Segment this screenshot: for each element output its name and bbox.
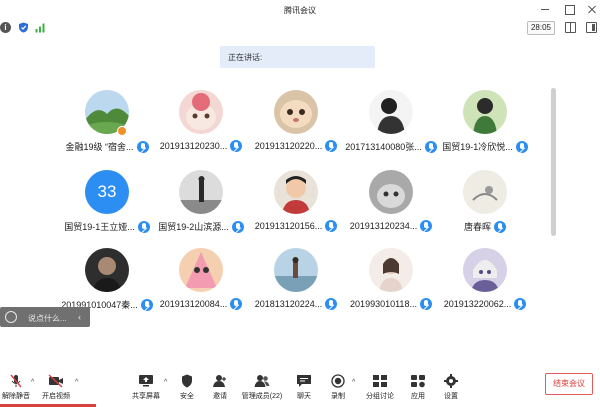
minimize-icon[interactable]	[538, 2, 552, 16]
avatar	[463, 90, 507, 134]
chevron-up-icon[interactable]: ^	[31, 379, 34, 386]
participant-name: 201713140080张...	[345, 142, 422, 152]
avatar	[369, 170, 413, 214]
security-button[interactable]: 安全	[175, 374, 199, 404]
chevron-left-icon[interactable]: ‹	[78, 312, 81, 322]
status-bar: i 28:05	[0, 20, 600, 36]
meeting-toolbar: 解除静音 ^ 开启视频 ^ 共享屏幕 ^ 安全 邀请 管理成员(22) 聊天 录…	[0, 370, 600, 407]
avatar	[274, 90, 318, 134]
chat-icon	[296, 374, 312, 388]
chat-placeholder: 说点什么...	[28, 314, 67, 323]
layout-split-icon[interactable]	[565, 22, 576, 33]
emoji-icon[interactable]	[5, 311, 17, 323]
apps-label: 应用	[411, 393, 425, 400]
settings-label: 设置	[444, 393, 458, 400]
close-icon[interactable]	[585, 2, 599, 16]
participant-name: 201913120234...	[349, 221, 418, 231]
start-video-label: 开启视频	[42, 393, 70, 400]
participant-name: 201913120220...	[254, 141, 323, 151]
manage-members-label: 管理成员(22)	[241, 393, 283, 400]
end-meeting-button[interactable]: 结束会议	[545, 373, 593, 395]
mic-on-icon	[494, 220, 506, 233]
mic-on-icon	[514, 298, 527, 310]
breakout-label: 分组讨论	[366, 393, 394, 400]
participant-name: 国贸19-1冷欣悦...	[442, 142, 513, 152]
avatar	[179, 170, 223, 214]
scrollbar[interactable]	[551, 88, 556, 236]
avatar	[463, 170, 507, 214]
share-screen-button[interactable]: 共享屏幕	[128, 374, 164, 404]
invite-label: 邀请	[213, 393, 227, 400]
apps-button[interactable]: 应用	[406, 374, 430, 404]
meeting-timer: 28:05	[527, 21, 555, 35]
avatar	[274, 248, 318, 292]
avatar	[463, 248, 507, 292]
settings-button[interactable]: 设置	[439, 374, 463, 404]
participant-name: 唐春晖	[463, 222, 491, 232]
members-icon	[254, 374, 270, 388]
participant-name: 201913220062...	[443, 299, 512, 309]
gear-icon	[443, 374, 459, 388]
participant-name: 国贸19-1王立娅...	[64, 222, 135, 232]
title-bar: 腾讯会议	[0, 0, 600, 20]
manage-members-button[interactable]: 管理成员(22)	[240, 374, 284, 404]
participant-name: 201913120230...	[159, 141, 228, 151]
avatar	[179, 90, 223, 134]
participant-name: 201913120156...	[254, 221, 323, 231]
shield-icon	[179, 374, 195, 388]
participant-tile[interactable]: 国贸19-2山滨源...	[146, 170, 256, 236]
participant-tile[interactable]: 201913120156...	[241, 170, 351, 236]
avatar	[369, 90, 413, 134]
chat-input[interactable]: 说点什么... ‹	[0, 307, 90, 327]
avatar	[369, 248, 413, 292]
record-label: 录制	[331, 393, 345, 400]
unmute-button[interactable]: 解除静音	[0, 374, 32, 404]
avatar	[85, 248, 129, 292]
host-badge-icon	[117, 126, 127, 136]
unmute-label: 解除静音	[2, 393, 30, 400]
participant-tile[interactable]: 201913120230...	[146, 90, 256, 156]
shield-icon[interactable]	[18, 22, 29, 33]
avatar	[179, 248, 223, 292]
share-screen-label: 共享屏幕	[132, 393, 160, 400]
participant-tile[interactable]: 201813120224...	[241, 248, 351, 314]
speaking-label: 正在讲话:	[228, 53, 263, 62]
mic-muted-icon	[8, 374, 24, 388]
participant-tile[interactable]: 201913220062...	[430, 248, 540, 314]
speaking-indicator: 正在讲话:	[220, 46, 375, 68]
avatar	[274, 170, 318, 214]
chat-label: 聊天	[297, 393, 311, 400]
participant-name: 201993010118...	[350, 299, 417, 309]
avatar: 33	[85, 170, 129, 214]
invite-user-icon	[212, 374, 228, 388]
chevron-up-icon[interactable]: ^	[75, 379, 78, 386]
participant-tile[interactable]: 国贸19-1冷欣悦...	[430, 90, 540, 156]
signal-icon[interactable]	[35, 22, 46, 33]
record-icon	[330, 374, 346, 388]
start-video-button[interactable]: 开启视频	[38, 374, 74, 404]
participant-name: 201813120224...	[254, 299, 323, 309]
participant-tile[interactable]: 201913120084...	[146, 248, 256, 314]
breakout-rooms-icon	[372, 374, 388, 388]
chevron-up-icon[interactable]: ^	[164, 379, 167, 386]
participant-tile[interactable]: 201913120220...	[241, 90, 351, 156]
invite-button[interactable]: 邀请	[208, 374, 232, 404]
breakout-button[interactable]: 分组讨论	[362, 374, 398, 404]
participant-name: 201913120084...	[159, 299, 228, 309]
info-icon[interactable]: i	[0, 22, 11, 33]
layout-sidebar-icon[interactable]	[586, 22, 597, 33]
participant-name: 国贸19-2山滨源...	[158, 222, 229, 232]
security-label: 安全	[180, 393, 194, 400]
participant-tile[interactable]: 唐春晖	[430, 170, 540, 236]
participant-name: 金融19级 “宿舍...	[65, 142, 134, 152]
window-title: 腾讯会议	[284, 6, 316, 15]
share-screen-icon	[138, 374, 154, 388]
chat-button[interactable]: 聊天	[292, 374, 316, 404]
maximize-icon[interactable]	[562, 2, 576, 16]
apps-icon	[410, 374, 426, 388]
mic-on-icon	[515, 140, 528, 153]
camera-off-icon	[48, 374, 64, 388]
chevron-up-icon[interactable]: ^	[352, 379, 355, 386]
record-button[interactable]: 录制	[326, 374, 350, 404]
